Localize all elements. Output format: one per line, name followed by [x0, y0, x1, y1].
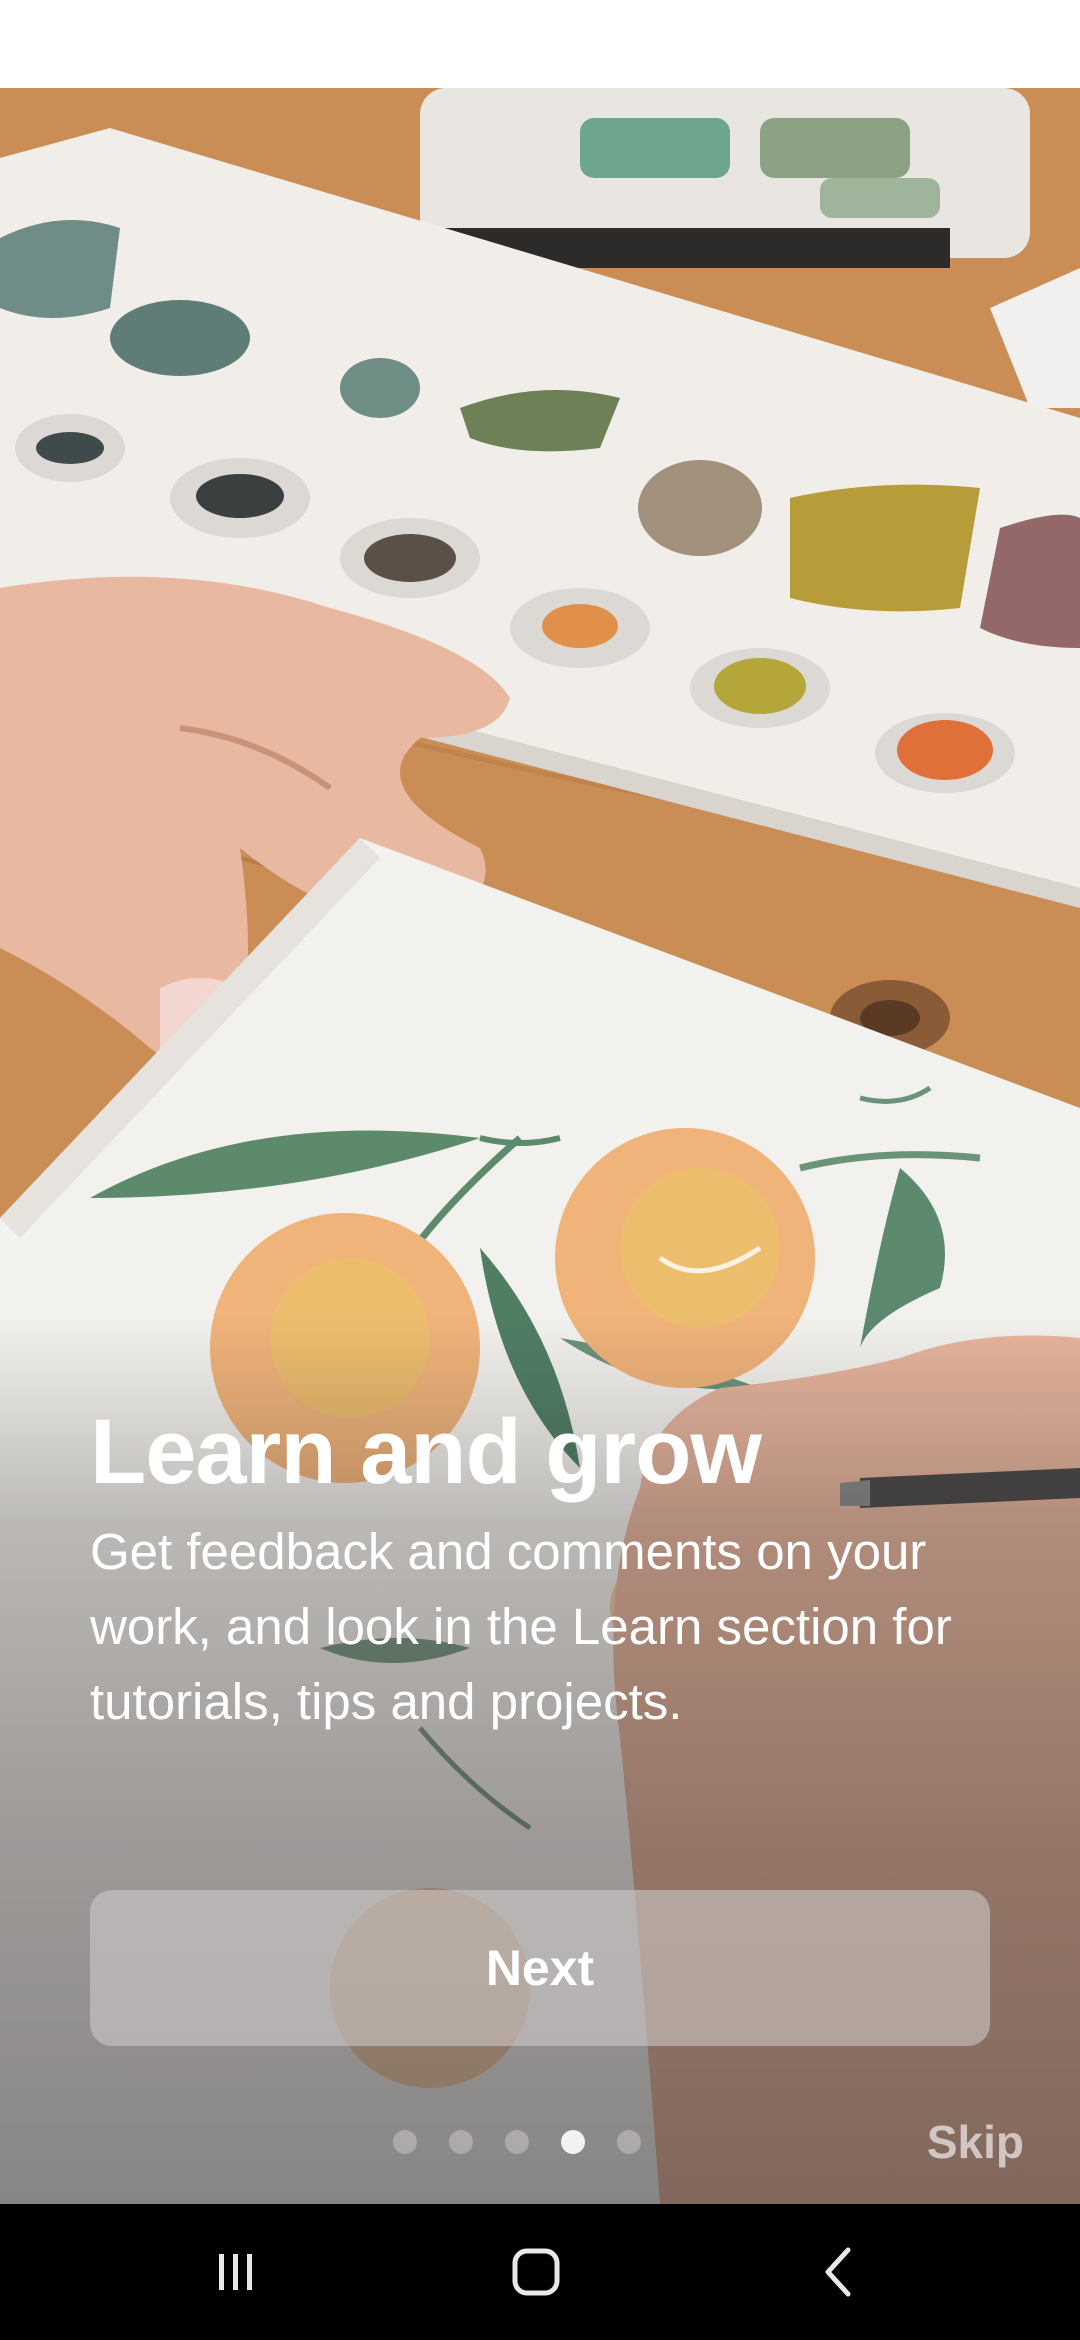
onboarding-description: Get feedback and comments on your work, …	[90, 1523, 952, 1730]
hero-image	[0, 88, 1080, 2204]
status-bar	[0, 0, 1080, 88]
recent-apps-icon	[219, 2254, 252, 2290]
skip-button[interactable]: Skip	[927, 2112, 1024, 2172]
page-dot-2	[449, 2130, 473, 2154]
home-icon	[512, 2248, 560, 2296]
recent-apps-button[interactable]	[175, 2232, 295, 2312]
text-scrim	[0, 88, 1080, 2204]
onboarding-screen: Learn and grow Get feedback and comments…	[0, 0, 1080, 2340]
page-dot-5	[617, 2130, 641, 2154]
page-dot-1	[393, 2130, 417, 2154]
system-navigation-bar	[0, 2204, 1080, 2340]
page-indicator	[0, 2130, 1080, 2154]
back-icon	[825, 2247, 851, 2297]
page-dot-4-active	[561, 2130, 585, 2154]
page-dot-3	[505, 2130, 529, 2154]
onboarding-content: Learn and grow Get feedback and comments…	[90, 1398, 990, 1739]
onboarding-title: Learn and grow	[90, 1401, 762, 1503]
next-button[interactable]: Next	[90, 1890, 990, 2046]
home-button[interactable]	[476, 2232, 596, 2312]
back-button[interactable]	[780, 2232, 900, 2312]
